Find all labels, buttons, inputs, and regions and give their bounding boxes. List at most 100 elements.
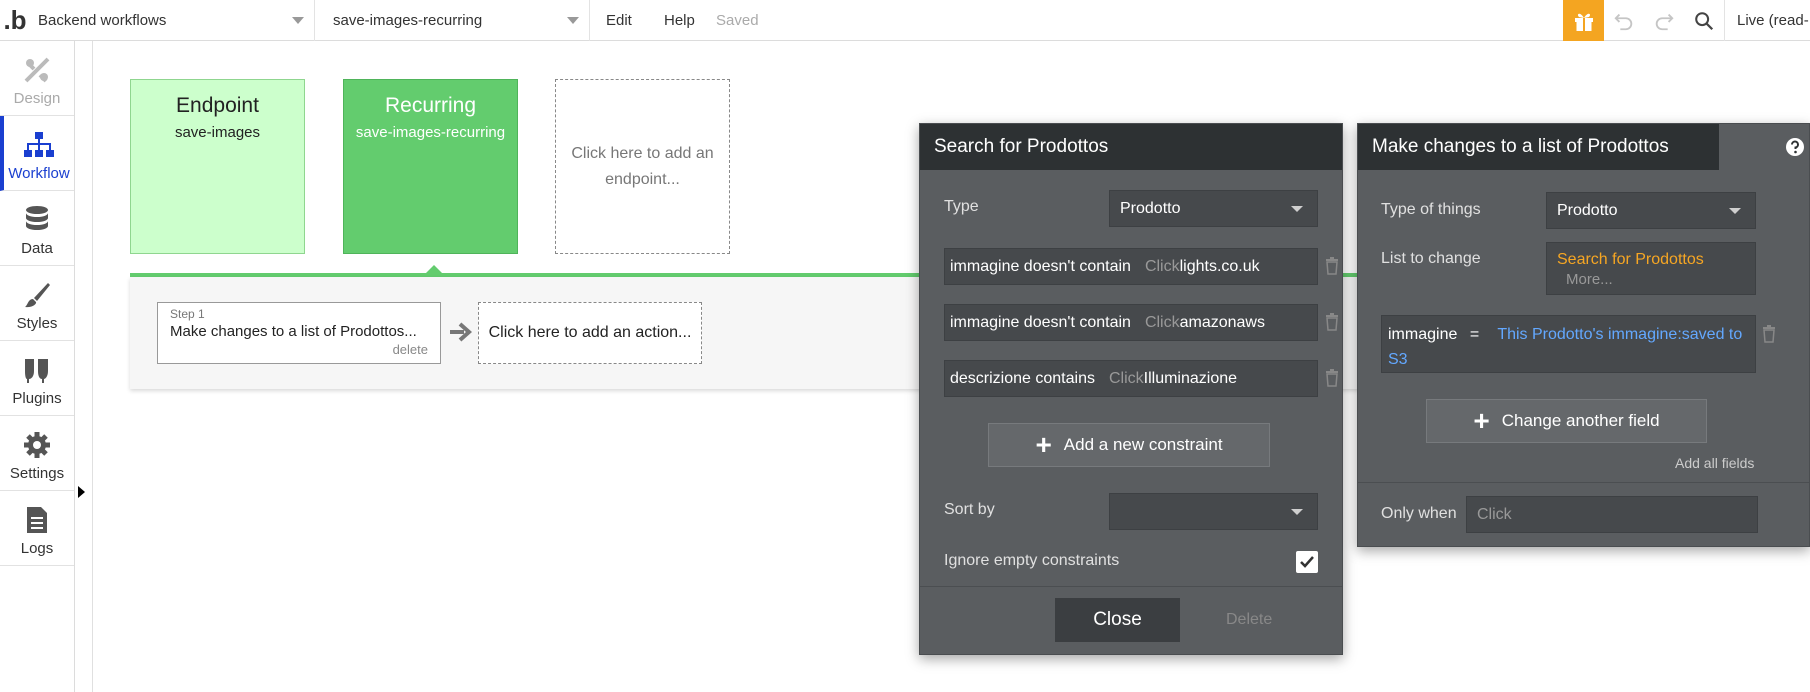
sidebar-item-design[interactable]: Design — [0, 41, 74, 116]
trigger-name: save-images — [174, 124, 261, 141]
sidebar-item-label: Workflow — [8, 165, 70, 182]
sidebar-item-plugins[interactable]: Plugins — [0, 341, 74, 416]
workflow-select-value: save-images-recurring — [333, 12, 483, 29]
field-name: immagine — [1388, 326, 1458, 343]
top-bar: .b Backend workflows save-images-recurri… — [0, 0, 1810, 41]
workflow-icon — [23, 129, 55, 161]
chevron-down-icon — [1291, 206, 1303, 212]
constraint-value[interactable]: Illuminazione — [1144, 370, 1237, 387]
sidebar-item-styles[interactable]: Styles — [0, 266, 74, 341]
constraint-value[interactable]: amazonaws — [1180, 314, 1265, 331]
saved-status: Saved — [716, 12, 759, 29]
add-all-fields-link[interactable]: Add all fields — [1675, 455, 1754, 471]
type-of-things-dropdown[interactable]: Prodotto — [1546, 192, 1756, 229]
sidebar-item-settings[interactable]: Settings — [0, 416, 74, 491]
type-dropdown-value: Prodotto — [1120, 200, 1181, 217]
constraint-value[interactable]: lights.co.uk — [1180, 258, 1260, 275]
list-to-change-value[interactable]: Search for Prodottos — [1557, 250, 1755, 270]
field-equals: = — [1469, 326, 1480, 343]
changes-panel-title: Make changes to a list of Prodottos — [1358, 124, 1719, 170]
constraint-click-placeholder: Click — [1108, 370, 1144, 387]
workflow-select[interactable]: save-images-recurring — [315, 0, 590, 41]
plug-icon — [21, 354, 53, 386]
redo-button[interactable] — [1644, 0, 1684, 41]
add-endpoint-button[interactable]: Click here to add an endpoint... — [555, 79, 730, 254]
field-expression-cont[interactable]: S3 — [1388, 351, 1408, 368]
chevron-down-icon — [292, 17, 304, 24]
database-icon — [21, 204, 53, 236]
ignore-empty-checkbox[interactable] — [1296, 551, 1318, 573]
selected-pointer — [426, 265, 442, 273]
constraint-row[interactable]: immagine doesn't contain Clickamazonaws — [944, 304, 1318, 341]
endpoint-trigger[interactable]: Endpoint save-images — [130, 79, 305, 254]
ignore-empty-label: Ignore empty constraints — [944, 552, 1120, 569]
type-of-things-value: Prodotto — [1557, 202, 1618, 219]
sidebar-item-label: Plugins — [12, 390, 62, 407]
chevron-down-icon — [567, 17, 579, 24]
menu-edit[interactable]: Edit — [606, 0, 632, 41]
field-change-row[interactable]: immagine = This Prodotto's immagine:save… — [1381, 315, 1756, 373]
trigger-title: Endpoint — [176, 94, 259, 117]
sidebar-expand-arrow[interactable] — [78, 486, 85, 498]
gift-button[interactable] — [1563, 0, 1604, 41]
trash-icon[interactable] — [1762, 325, 1776, 343]
sidebar-item-label: Styles — [16, 315, 58, 332]
undo-button[interactable] — [1604, 0, 1644, 41]
menu-help[interactable]: Help — [664, 0, 695, 41]
brush-icon — [21, 279, 53, 311]
bubble-logo[interactable]: .b — [0, 0, 30, 41]
type-label: Type — [944, 198, 979, 215]
redo-icon — [1655, 13, 1674, 30]
step-delete-link[interactable]: delete — [393, 342, 428, 357]
only-when-field[interactable]: Click — [1466, 496, 1758, 533]
constraint-field: immagine doesn't contain — [950, 314, 1131, 331]
search-button[interactable] — [1684, 0, 1724, 41]
plus-icon: + — [1473, 405, 1490, 436]
sidebar-item-data[interactable]: Data — [0, 191, 74, 266]
list-to-change-field[interactable]: Search for Prodottos More... — [1546, 242, 1756, 295]
constraint-row[interactable]: descrizione contains ClickIlluminazione — [944, 360, 1318, 397]
gear-icon — [21, 429, 53, 461]
panel-header-icons — [1785, 124, 1810, 170]
sort-dropdown[interactable] — [1109, 493, 1318, 530]
add-action-button[interactable]: Click here to add an action... — [478, 302, 702, 364]
change-another-field-button[interactable]: + Change another field — [1426, 399, 1707, 443]
trash-icon[interactable] — [1325, 257, 1339, 275]
step-number: Step 1 — [170, 307, 205, 321]
checkmark-icon — [1300, 556, 1314, 568]
type-dropdown[interactable]: Prodotto — [1109, 190, 1318, 227]
change-another-field-label: Change another field — [1501, 411, 1660, 430]
sidebar-divider — [92, 41, 93, 692]
only-when-placeholder: Click — [1477, 506, 1512, 523]
add-endpoint-label: Click here to add an endpoint... — [571, 144, 714, 188]
plus-icon: + — [1035, 429, 1052, 460]
constraint-row[interactable]: immagine doesn't contain Clicklights.co.u… — [944, 248, 1318, 285]
undo-icon — [1614, 13, 1633, 30]
left-sidebar: Design Workflow Data Styles Plugins Sett… — [0, 41, 75, 692]
trash-icon[interactable] — [1325, 369, 1339, 387]
trigger-name: save-images-recurring — [355, 124, 506, 141]
constraint-field: immagine doesn't contain — [950, 258, 1131, 275]
delete-button[interactable]: Delete — [1226, 611, 1272, 629]
search-panel-title: Search for Prodottos — [920, 124, 1342, 170]
design-icon — [21, 54, 53, 86]
step-1-card[interactable]: Step 1 Make changes to a list of Prodott… — [157, 302, 441, 364]
field-expression[interactable]: This Prodotto's immagine:saved to — [1497, 326, 1742, 343]
search-icon — [1695, 11, 1714, 30]
page-select[interactable]: Backend workflows — [30, 0, 315, 41]
add-constraint-button[interactable]: + Add a new constraint — [988, 423, 1270, 467]
sidebar-item-workflow[interactable]: Workflow — [0, 116, 74, 191]
sidebar-item-label: Settings — [9, 465, 65, 482]
sidebar-item-logs[interactable]: Logs — [0, 491, 74, 566]
panel-footer-divider — [920, 586, 1342, 587]
close-button[interactable]: Close — [1055, 598, 1180, 642]
list-more-link[interactable]: More... — [1557, 270, 1755, 290]
trash-icon[interactable] — [1325, 313, 1339, 331]
help-icon[interactable] — [1785, 137, 1805, 157]
sidebar-item-label: Logs — [20, 540, 54, 557]
page-select-value: Backend workflows — [38, 12, 167, 29]
sort-label: Sort by — [944, 501, 995, 518]
arrow-right-icon — [450, 322, 472, 342]
live-version-select[interactable]: Live (read- — [1724, 0, 1810, 41]
recurring-trigger[interactable]: Recurring save-images-recurring — [343, 79, 518, 254]
